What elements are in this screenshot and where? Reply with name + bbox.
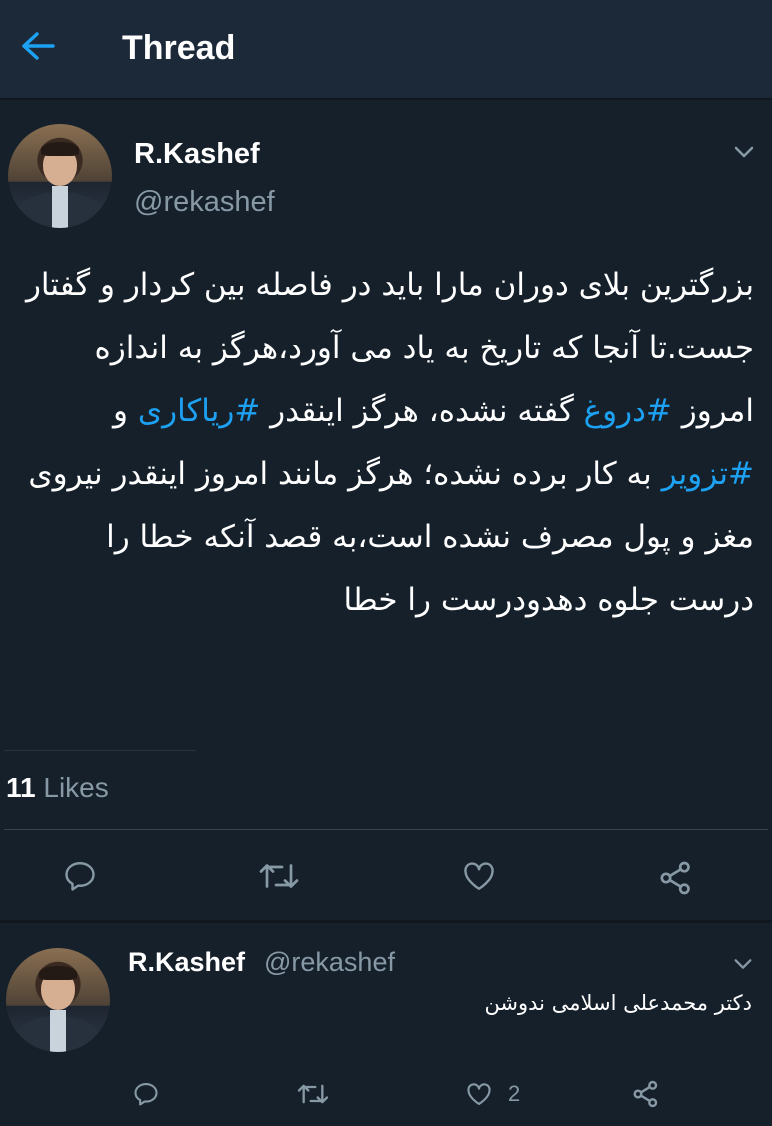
page-title: Thread (122, 29, 236, 67)
divider (4, 829, 768, 830)
like-button[interactable] (460, 858, 498, 894)
like-button[interactable]: 2 (464, 1080, 520, 1108)
retweet-button[interactable] (296, 1080, 330, 1108)
share-button[interactable] (630, 1078, 662, 1110)
back-button[interactable] (18, 26, 58, 66)
hashtag-link[interactable]: #ریاکاری (138, 393, 260, 429)
share-button[interactable] (656, 858, 696, 898)
share-icon (660, 861, 690, 895)
author-name[interactable]: R.Kashef (134, 136, 260, 172)
chevron-down-icon (734, 959, 752, 969)
divider (4, 750, 196, 751)
tweet-menu-button[interactable] (732, 953, 754, 980)
tweet-text: بزرگترین بلای دوران مارا باید در فاصله ب… (25, 267, 754, 618)
retweet-button[interactable] (258, 858, 300, 894)
like-icon (467, 1083, 491, 1105)
reply-icon (134, 1083, 158, 1106)
reply-author-name[interactable]: R.Kashef (128, 944, 245, 980)
reply-author-handle[interactable]: @rekashef (264, 944, 395, 980)
avatar[interactable] (8, 124, 112, 228)
reply-tweet-text: دکتر محمدعلی اسلامی ندوشن (484, 991, 752, 1015)
like-count: 2 (508, 1081, 521, 1106)
avatar[interactable] (6, 948, 110, 1052)
likes-summary[interactable]: 11 Likes (6, 768, 109, 808)
tweet-menu-button[interactable] (732, 140, 756, 169)
share-icon (633, 1080, 658, 1108)
divider (0, 920, 772, 923)
chevron-down-icon (734, 146, 754, 158)
hashtag-link[interactable]: #تزویر (662, 456, 754, 492)
like-icon (464, 862, 494, 890)
reply-button[interactable] (132, 1080, 160, 1108)
author-handle[interactable]: @rekashef (134, 184, 275, 220)
likes-count: 11 (6, 772, 36, 803)
reply-icon (65, 862, 95, 891)
reply-button[interactable] (62, 858, 98, 894)
likes-label: Likes (43, 772, 109, 803)
arrow-left-icon (22, 32, 55, 60)
thread-header: Thread (0, 0, 772, 100)
retweet-icon (259, 864, 299, 888)
retweet-icon (297, 1084, 329, 1104)
hashtag-link[interactable]: #دروغ (584, 393, 672, 429)
